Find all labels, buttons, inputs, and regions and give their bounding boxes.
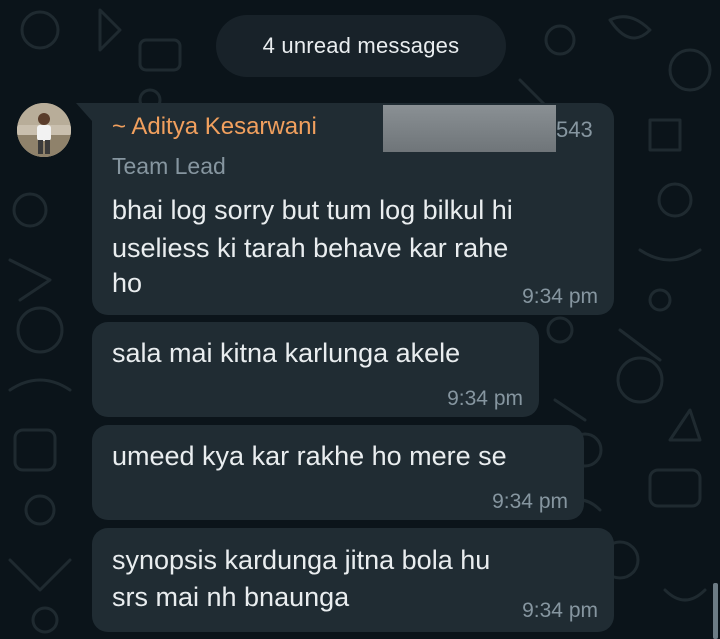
- message-line: srs mai nh bnaunga: [112, 582, 350, 612]
- message-time: 9:34 pm: [447, 387, 523, 410]
- unread-messages-banner: 4 unread messages: [216, 15, 506, 77]
- unread-messages-text: 4 unread messages: [262, 33, 460, 58]
- sender-avatar[interactable]: [17, 103, 71, 157]
- redacted-phone-block: [383, 105, 556, 152]
- message-time: 9:34 pm: [492, 490, 568, 513]
- message-line: useliess ki tarah behave kar rahe: [112, 233, 509, 263]
- message-time: 9:34 pm: [522, 285, 598, 308]
- message-line: sala mai kitna karlunga akele: [112, 338, 461, 368]
- avatar-photo-icon: [17, 103, 71, 157]
- message-bubble-2[interactable]: sala mai kitna karlunga akele 9:34 pm: [92, 322, 539, 417]
- message-bubble-3[interactable]: umeed kya kar rakhe ho mere se 9:34 pm: [92, 425, 584, 520]
- message-line: synopsis kardunga jitna bola hu: [112, 545, 491, 575]
- message-line: bhai log sorry but tum log bilkul hi: [112, 195, 513, 225]
- sender-role: Team Lead: [112, 153, 226, 179]
- bubble-tail: [76, 103, 92, 121]
- scrollbar-thumb[interactable]: [713, 583, 718, 639]
- message-time: 9:34 pm: [522, 599, 598, 622]
- sender-phone-fragment: 543: [556, 117, 593, 142]
- sender-header: ~ Aditya Kesarwani: [112, 113, 317, 141]
- message-bubble-4[interactable]: synopsis kardunga jitna bola hu srs mai …: [92, 528, 614, 632]
- message-line: ho: [112, 268, 143, 298]
- message-bubble-1[interactable]: ~ Aditya Kesarwani 543 Team Lead bhai lo…: [92, 103, 614, 315]
- sender-name[interactable]: ~ Aditya Kesarwani: [112, 113, 317, 141]
- message-line: umeed kya kar rakhe ho mere se: [112, 441, 507, 471]
